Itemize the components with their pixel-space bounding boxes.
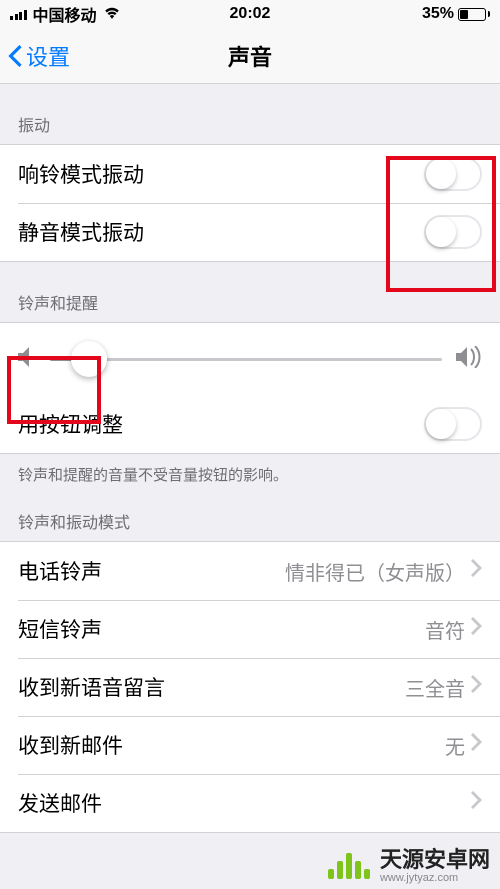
- back-label: 设置: [26, 40, 70, 72]
- row-volume-slider: [0, 323, 500, 395]
- back-button[interactable]: 设置: [0, 40, 70, 72]
- status-time: 20:02: [0, 5, 500, 23]
- row-silent-vibrate: 静音模式振动: [0, 203, 500, 261]
- watermark-logo-icon: [328, 853, 370, 879]
- text-tone-value: 音符: [425, 615, 482, 644]
- silent-vibrate-label: 静音模式振动: [18, 217, 144, 247]
- volume-slider-thumb[interactable]: [71, 341, 107, 377]
- list-patterns: 电话铃声 情非得已（女声版） 短信铃声 音符 收到新语音留言 三全音 收到新邮件…: [0, 541, 500, 833]
- row-button-adjust: 用按钮调整: [0, 395, 500, 453]
- button-adjust-label: 用按钮调整: [18, 409, 123, 439]
- row-ring-vibrate: 响铃模式振动: [0, 145, 500, 203]
- ringtone-value: 情非得已（女声版）: [285, 557, 482, 586]
- row-text-tone[interactable]: 短信铃声 音符: [0, 600, 500, 658]
- volume-low-icon: [18, 347, 36, 372]
- row-sent-mail[interactable]: 发送邮件: [0, 774, 500, 832]
- nav-bar: 设置 声音: [0, 28, 500, 84]
- list-vibrate: 响铃模式振动 静音模式振动: [0, 144, 500, 262]
- watermark-brand: 天源安卓网: [380, 849, 490, 871]
- row-new-voicemail[interactable]: 收到新语音留言 三全音: [0, 658, 500, 716]
- volume-slider[interactable]: [50, 358, 442, 361]
- row-new-mail[interactable]: 收到新邮件 无: [0, 716, 500, 774]
- volume-high-icon: [456, 346, 482, 373]
- page-title: 声音: [0, 40, 500, 72]
- new-voicemail-label: 收到新语音留言: [18, 672, 165, 702]
- text-tone-label: 短信铃声: [18, 614, 102, 644]
- chevron-right-icon: [471, 791, 482, 815]
- battery-icon: [458, 8, 490, 21]
- section-header-patterns: 铃声和振动模式: [0, 491, 500, 541]
- sent-mail-label: 发送邮件: [18, 788, 102, 818]
- button-adjust-footer: 铃声和提醒的音量不受音量按钮的影响。: [0, 454, 500, 491]
- chevron-right-icon: [471, 733, 482, 757]
- chevron-right-icon: [471, 675, 482, 699]
- chevron-right-icon: [471, 559, 482, 583]
- watermark: 天源安卓网 www.jytyaz.com: [0, 843, 500, 889]
- row-ringtone[interactable]: 电话铃声 情非得已（女声版）: [0, 542, 500, 600]
- ring-vibrate-toggle[interactable]: [424, 157, 482, 191]
- new-mail-label: 收到新邮件: [18, 730, 123, 760]
- ring-vibrate-label: 响铃模式振动: [18, 159, 144, 189]
- chevron-left-icon: [8, 45, 22, 67]
- section-header-vibrate: 振动: [0, 84, 500, 144]
- new-voicemail-value: 三全音: [405, 673, 482, 702]
- button-adjust-toggle[interactable]: [424, 407, 482, 441]
- section-header-ringer: 铃声和提醒: [0, 262, 500, 322]
- sent-mail-value: [471, 791, 482, 815]
- watermark-url: www.jytyaz.com: [380, 873, 458, 884]
- ringtone-label: 电话铃声: [18, 556, 102, 586]
- new-mail-value: 无: [445, 731, 482, 760]
- status-bar: 中国移动 20:02 35%: [0, 0, 500, 28]
- chevron-right-icon: [471, 617, 482, 641]
- list-ringer: 用按钮调整: [0, 322, 500, 454]
- silent-vibrate-toggle[interactable]: [424, 215, 482, 249]
